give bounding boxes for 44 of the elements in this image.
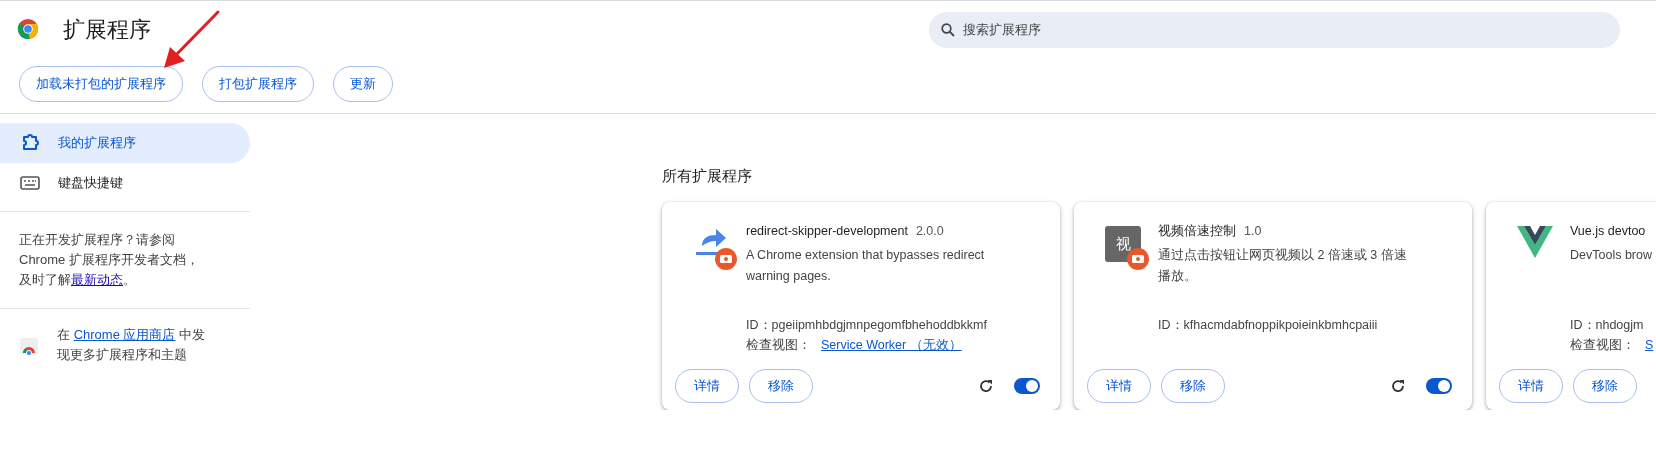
toolbar-button[interactable]: 更新 bbox=[333, 66, 393, 102]
inspect-views-label: 检查视图： bbox=[1570, 337, 1635, 354]
extension-version: 2.0.0 bbox=[915, 223, 944, 240]
web-store-icon bbox=[19, 337, 39, 355]
extension-name: Vue.js devtoo bbox=[1570, 223, 1646, 240]
web-store-note: 在 Chrome 应用商店 中发现更多扩展程序和主题 bbox=[57, 326, 207, 364]
sidebar-item[interactable]: 我的扩展程序 bbox=[0, 123, 250, 163]
service-worker-link[interactable]: S bbox=[1645, 335, 1654, 355]
v-logo-icon bbox=[1517, 226, 1553, 258]
extension-id: ID：nhdogjm bbox=[1570, 317, 1645, 334]
section-title: 所有扩展程序 bbox=[662, 166, 753, 186]
web-store-link[interactable]: Chrome 应用商店 bbox=[73, 327, 176, 342]
extension-description: DevTools brow bbox=[1570, 246, 1653, 264]
toggle-switch[interactable] bbox=[1426, 378, 1452, 394]
search-input[interactable]: 搜索扩展程序 bbox=[963, 20, 1620, 40]
remove-button[interactable]: 移除 bbox=[1161, 369, 1225, 403]
chrome-logo-icon bbox=[17, 18, 39, 40]
reload-icon[interactable] bbox=[978, 378, 994, 394]
developer-note: 正在开发扩展程序？请参阅 Chrome 扩展程序开发者文档，及时了解最新动态。 bbox=[19, 231, 200, 289]
extension-version: 1.0 bbox=[1244, 223, 1262, 240]
toolbar-button[interactable]: 加载未打包的扩展程序 bbox=[19, 66, 183, 102]
inspect-views-label: 检查视图： bbox=[746, 337, 811, 354]
extension-name: redirect-skipper-development bbox=[746, 223, 908, 240]
remove-button[interactable]: 移除 bbox=[1573, 369, 1637, 403]
search-field[interactable]: 搜索扩展程序 bbox=[929, 12, 1620, 48]
reload-icon[interactable] bbox=[1390, 378, 1406, 394]
details-button[interactable]: 详情 bbox=[675, 369, 739, 403]
service-worker-link[interactable]: Service Worker （无效） bbox=[821, 335, 962, 355]
toolbar-button[interactable]: 打包扩展程序 bbox=[202, 66, 314, 102]
search-icon bbox=[941, 23, 955, 37]
extension-description: 通过点击按钮让网页视频以 2 倍速或 3 倍速播放。 bbox=[1158, 246, 1408, 285]
details-button[interactable]: 详情 bbox=[1087, 369, 1151, 403]
toggle-switch[interactable] bbox=[1014, 378, 1040, 394]
puzzle-icon bbox=[20, 133, 40, 153]
page-title: 扩展程序 bbox=[63, 15, 151, 44]
keyboard-icon bbox=[20, 176, 40, 190]
sidebar-item[interactable]: 键盘快捷键 bbox=[0, 163, 250, 203]
extension-id: ID：kfhacmdabfnoppikpoieinkbmhcpaiii bbox=[1158, 317, 1379, 334]
extension-id: ID：pgeiipmhbdgjmnpegomfbhehoddbkkmf bbox=[746, 317, 988, 334]
latest-news-link[interactable]: 最新动态 bbox=[71, 272, 123, 287]
details-button[interactable]: 详情 bbox=[1499, 369, 1563, 403]
extension-name: 视频倍速控制 bbox=[1158, 223, 1236, 240]
extension-description: A Chrome extension that bypasses redirect warning pages. bbox=[746, 246, 986, 285]
remove-button[interactable]: 移除 bbox=[749, 369, 813, 403]
